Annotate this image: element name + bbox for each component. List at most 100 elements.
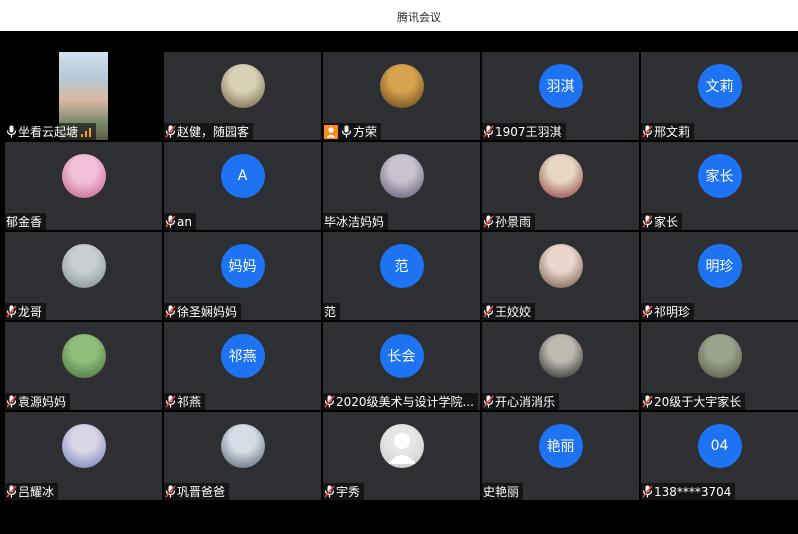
participant-name-label: 宇秀 — [323, 483, 365, 500]
participant-tile[interactable]: 艳丽 史艳丽 — [482, 412, 639, 500]
mic-icon — [6, 125, 17, 138]
participant-avatar-photo — [379, 154, 424, 198]
participant-name: 郁金香 — [6, 215, 43, 229]
participant-avatar-photo — [220, 424, 265, 468]
participant-tile[interactable]: 方荣 — [323, 52, 480, 140]
participant-tile[interactable]: 孙景雨 — [482, 142, 639, 230]
participant-name-label: 方荣 — [323, 123, 382, 140]
participant-tile[interactable]: Aan — [164, 142, 321, 230]
participant-name: 开心消消乐 — [495, 395, 556, 409]
participant-name-label: 20级于大宇家长 — [641, 393, 746, 410]
participant-avatar-initials: 妈妈 — [220, 244, 265, 288]
participant-tile[interactable]: 文莉邢文莉 — [641, 52, 798, 140]
participant-avatar-photo — [220, 64, 265, 108]
participant-name-label: 坐看云起塘 — [5, 123, 97, 140]
mic-muted-icon — [483, 125, 494, 138]
title-bar: 腾讯会议 — [0, 0, 798, 31]
participant-name: 家长 — [654, 215, 679, 229]
participant-grid: 坐看云起塘 赵健，随园客 方荣 羽淇 1907王羽淇 文莉 邢文莉 郁金香 Aan 毕冰洁妈妈 孙景… — [5, 52, 798, 500]
participant-tile[interactable]: 范范 — [323, 232, 480, 320]
participant-name-label: 范 — [323, 303, 341, 320]
participant-tile[interactable]: 毕冰洁妈妈 — [323, 142, 480, 230]
mic-muted-icon — [642, 395, 653, 408]
participant-tile[interactable]: 吕耀冰 — [5, 412, 162, 500]
participant-tile[interactable]: 赵健，随园客 — [164, 52, 321, 140]
participant-name-label: 王姣姣 — [482, 303, 536, 320]
participant-avatar-initials: 范 — [379, 244, 424, 288]
participant-name-label: 家长 — [641, 213, 683, 230]
participant-avatar-photo — [538, 244, 583, 288]
participant-name: 138****3704 — [654, 484, 732, 499]
participant-avatar-photo — [379, 64, 424, 108]
participant-name-label: 毕冰洁妈妈 — [323, 213, 389, 230]
participant-name: 2020级美术与设计学院... — [336, 395, 474, 409]
mic-muted-icon — [165, 485, 176, 498]
participant-name-label: 138****3704 — [641, 483, 736, 500]
participant-name: 史艳丽 — [483, 485, 520, 499]
mic-muted-icon — [6, 305, 17, 318]
participant-name: 徐圣娴妈妈 — [177, 305, 238, 319]
mic-muted-icon — [165, 305, 176, 318]
participant-name: 龙哥 — [18, 305, 43, 319]
participant-name: 王姣姣 — [495, 305, 532, 319]
mic-muted-icon — [642, 485, 653, 498]
participant-tile[interactable]: 开心消消乐 — [482, 322, 639, 410]
participant-avatar-photo — [697, 334, 742, 378]
participant-name-label: 巩晋爸爸 — [164, 483, 230, 500]
mic-muted-icon — [6, 485, 17, 498]
mic-muted-icon — [642, 305, 653, 318]
participant-tile[interactable]: 祁燕 祁燕 — [164, 322, 321, 410]
video-stage: 坐看云起塘 赵健，随园客 方荣 羽淇 1907王羽淇 文莉 邢文莉 郁金香 Aan 毕冰洁妈妈 孙景… — [0, 31, 798, 534]
network-signal-icon — [81, 127, 92, 137]
participant-tile[interactable]: 羽淇 1907王羽淇 — [482, 52, 639, 140]
participant-name: 巩晋爸爸 — [177, 485, 226, 499]
participant-name-label: 1907王羽淇 — [482, 123, 566, 140]
participant-name: 20级于大宇家长 — [654, 395, 742, 409]
participant-name: 赵健，随园客 — [177, 125, 250, 139]
participant-tile[interactable]: 明珍 祁明珍 — [641, 232, 798, 320]
participant-name: 毕冰洁妈妈 — [324, 215, 385, 229]
participant-avatar-photo — [538, 154, 583, 198]
participant-name: 邢文莉 — [654, 125, 691, 139]
participant-name-label: 赵健，随园客 — [164, 123, 254, 140]
participant-name: 方荣 — [353, 125, 378, 139]
participant-name-label: 郁金香 — [5, 213, 47, 230]
participant-tile[interactable]: 王姣姣 — [482, 232, 639, 320]
participant-avatar-photo — [61, 154, 106, 198]
default-avatar-icon — [379, 424, 424, 468]
participant-avatar-initials: 文莉 — [697, 64, 742, 108]
participant-tile[interactable]: 04 138****3704 — [641, 412, 798, 500]
participant-name-label: 龙哥 — [5, 303, 47, 320]
participant-name: 孙景雨 — [495, 215, 532, 229]
participant-tile[interactable]: 20级于大宇家长 — [641, 322, 798, 410]
participant-name: 袁源妈妈 — [18, 395, 67, 409]
participant-name-label: 孙景雨 — [482, 213, 536, 230]
participant-tile[interactable]: 家长 家长 — [641, 142, 798, 230]
participant-name: 1907王羽淇 — [495, 125, 562, 139]
participant-tile[interactable]: 龙哥 — [5, 232, 162, 320]
participant-tile[interactable]: 袁源妈妈 — [5, 322, 162, 410]
host-user-icon — [324, 124, 338, 139]
participant-tile[interactable]: 长会 2020级美术与设计学院... — [323, 322, 480, 410]
participant-name-label: 开心消消乐 — [482, 393, 560, 410]
mic-muted-icon — [483, 215, 494, 228]
mic-muted-icon — [642, 125, 653, 138]
participant-name-label: 史艳丽 — [482, 483, 524, 500]
participant-tile[interactable]: 巩晋爸爸 — [164, 412, 321, 500]
participant-tile[interactable]: 宇秀 — [323, 412, 480, 500]
participant-tile[interactable]: 郁金香 — [5, 142, 162, 230]
participant-avatar-photo — [538, 334, 583, 378]
participant-name-label: 吕耀冰 — [5, 483, 59, 500]
participant-name-label: 祁明珍 — [641, 303, 695, 320]
participant-avatar-initials: 明珍 — [697, 244, 742, 288]
participant-avatar-initials: 长会 — [379, 334, 424, 378]
mic-muted-icon — [642, 215, 653, 228]
participant-avatar-photo — [61, 424, 106, 468]
participant-name: 范 — [324, 305, 337, 319]
mic-muted-icon — [483, 395, 494, 408]
participant-tile[interactable]: 坐看云起塘 — [5, 52, 162, 140]
participant-tile[interactable]: 妈妈徐圣娴妈妈 — [164, 232, 321, 320]
participant-name-label: 邢文莉 — [641, 123, 695, 140]
participant-avatar-initials: A — [220, 154, 265, 198]
mic-muted-icon — [165, 125, 176, 138]
